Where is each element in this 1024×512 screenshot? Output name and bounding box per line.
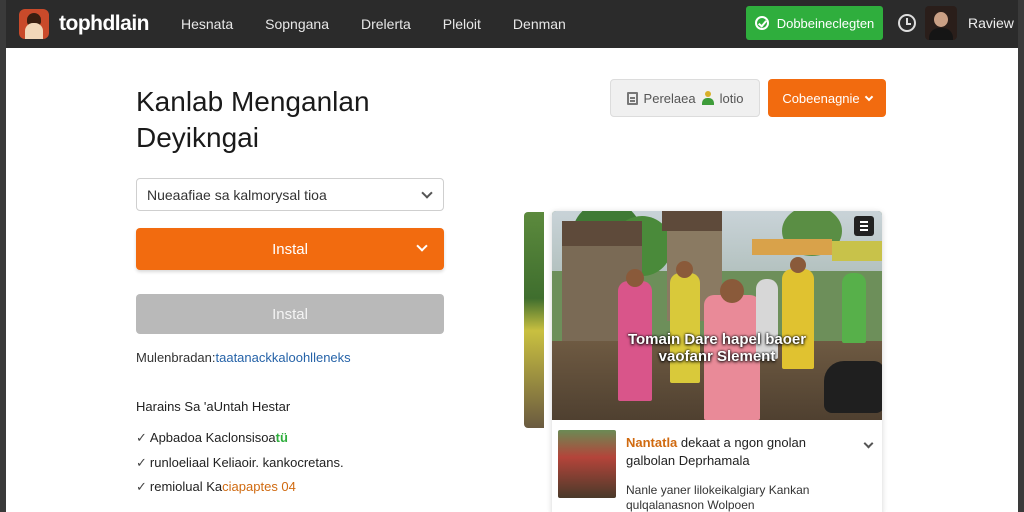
header-cta-button[interactable]: Dobbeineclegten <box>746 6 883 40</box>
nav-item-3[interactable]: Drelerta <box>361 16 411 32</box>
feature-text: runloeliaal Keliaoir. kankocretans. <box>149 455 344 470</box>
logo[interactable]: tophdlain <box>19 9 149 39</box>
feature-highlight: ciapaptes 04 <box>222 479 296 494</box>
hint-prefix: Mulenbradan: <box>136 350 216 365</box>
check-circle-icon <box>754 16 769 30</box>
section-title: Harains Sa 'aUntah Hestar <box>136 399 291 414</box>
media-card-title: Nantatla dekaat a ngon gnolan galbolan D… <box>626 434 856 470</box>
header-cta-label: Dobbeineclegten <box>776 15 875 31</box>
media-card-previous[interactable] <box>524 212 544 428</box>
check-icon: ✓ <box>136 455 147 470</box>
chevron-down-icon <box>416 240 428 252</box>
photo-awning <box>752 239 832 255</box>
photo-caption-line2: vaofanr Slement <box>658 348 776 365</box>
main-nav: Hesnata Sopngana Drelerta Pleloit Denman <box>169 16 566 32</box>
dropdown-action-label: Cobeenagnie <box>782 90 860 106</box>
chevron-down-icon <box>421 187 433 199</box>
photo-awning <box>832 241 882 261</box>
install-button[interactable]: Instal <box>136 228 444 270</box>
nav-item-4[interactable]: Pleloit <box>443 16 481 32</box>
photo-roof <box>562 221 642 246</box>
feature-item: ✓ Apbadoa Kaclonsisoatü <box>136 430 288 446</box>
secondary-action-label-a: Perelaea <box>643 90 696 106</box>
media-thumbnail[interactable] <box>558 430 616 498</box>
feature-suffix: tü <box>275 430 288 445</box>
chevron-down-icon <box>864 92 873 101</box>
hint-link[interactable]: taatanackkaloohlleneks <box>216 350 351 365</box>
media-photo[interactable]: Tomain Dare hapel baoer vaofanr Slement <box>552 211 882 420</box>
logo-mark-icon <box>19 9 49 39</box>
photo-person-head <box>676 261 693 278</box>
check-icon: ✓ <box>136 430 147 445</box>
install-button-label: Instal <box>272 240 308 258</box>
hint-text: Mulenbradan:taatanackkaloohlleneks <box>136 350 351 365</box>
media-card-title-highlight: Nantatla <box>626 435 678 450</box>
nav-item-5[interactable]: Denman <box>513 16 566 32</box>
photo-person-head <box>790 257 806 273</box>
photo-person <box>670 273 700 383</box>
photo-caption: Tomain Dare hapel baoer vaofanr Slement <box>552 331 882 365</box>
feature-item: ✓ runloeliaal Keliaoir. kankocretans. <box>136 455 344 471</box>
dropdown-action-button[interactable]: Cobeenagnie <box>768 79 886 117</box>
feature-item: ✓ remiolual Kaciapaptes 04 <box>136 479 296 495</box>
photo-person-head <box>626 269 644 287</box>
select-value: Nueaafiae sa kalmorysal tioa <box>147 186 327 203</box>
chevron-down-icon[interactable] <box>863 438 874 449</box>
photo-caption-line1: Tomain Dare hapel baoer <box>627 331 807 348</box>
media-card-description: Nanle yaner lilokeikalgiary Kankan qulqa… <box>626 483 810 512</box>
check-icon: ✓ <box>136 479 147 494</box>
page-title: Kanlab Menganlan Deyikngai <box>136 86 370 153</box>
top-bar: tophdlain Hesnata Sopngana Drelerta Plel… <box>6 0 1018 48</box>
media-card: Tomain Dare hapel baoer vaofanr Slement … <box>552 211 882 512</box>
person-icon <box>701 91 714 105</box>
option-select[interactable]: Nueaafiae sa kalmorysal tioa <box>136 178 444 211</box>
photo-person-head <box>720 279 744 303</box>
secondary-action-button[interactable]: Perelaea lotio <box>610 79 760 117</box>
logo-text: tophdlain <box>59 12 149 35</box>
photo-roof <box>662 211 722 231</box>
secondary-action-label-b: lotio <box>719 90 744 106</box>
install-disabled-button[interactable]: Instal <box>136 294 444 334</box>
install-disabled-label: Instal <box>272 305 308 323</box>
media-card-info: Nantatla dekaat a ngon gnolan galbolan D… <box>552 420 882 512</box>
photo-motorbike <box>824 361 882 413</box>
main-content: Kanlab Menganlan Deyikngai Nueaafiae sa … <box>6 48 1018 512</box>
user-name[interactable]: Raview <box>968 15 1014 31</box>
document-icon <box>626 91 638 105</box>
avatar[interactable] <box>925 6 957 40</box>
clock-icon[interactable] <box>898 14 916 32</box>
nav-item-2[interactable]: Sopngana <box>265 16 329 32</box>
feature-text: remiolual Ka <box>149 479 223 494</box>
menu-icon[interactable] <box>854 216 874 236</box>
feature-text: Apbadoa Kaclonsisoa <box>149 430 276 445</box>
nav-item-1[interactable]: Hesnata <box>181 16 233 32</box>
